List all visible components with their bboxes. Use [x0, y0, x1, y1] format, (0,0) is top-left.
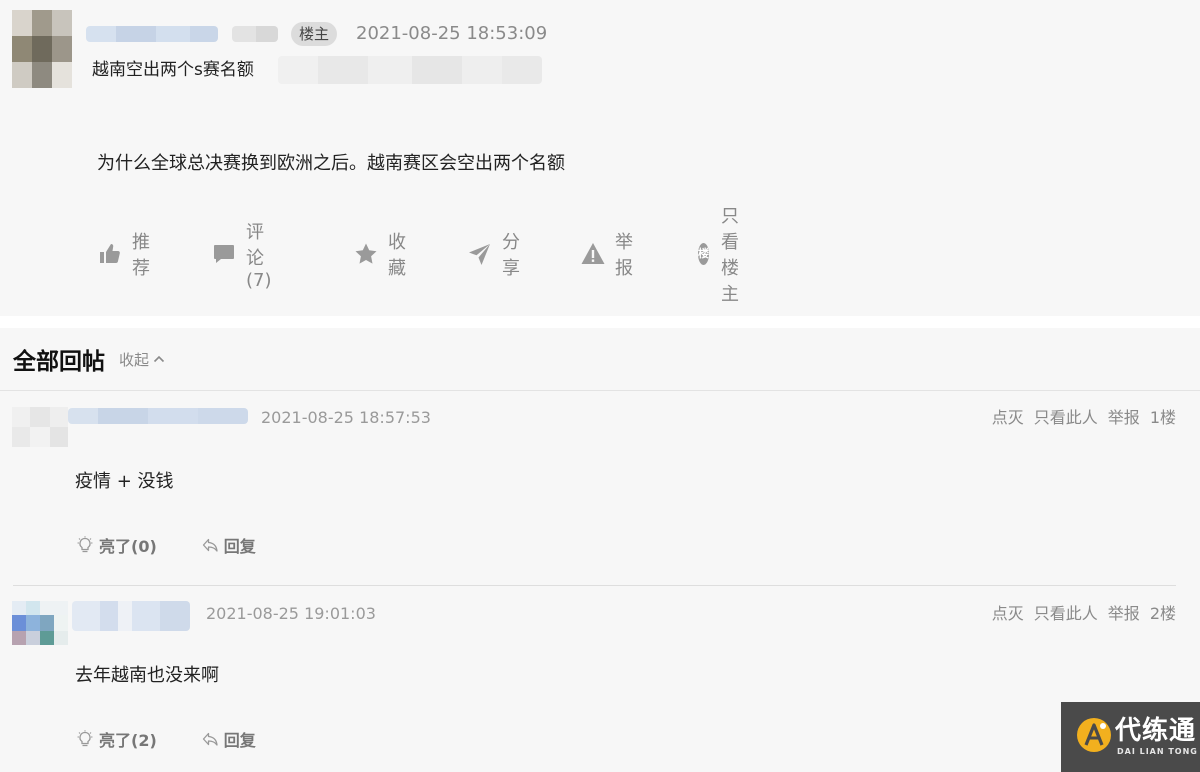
reply-button[interactable]: 回复	[201, 533, 256, 557]
favorite-label: 收藏	[388, 232, 406, 279]
reply-time: 2021-08-25 19:01:03	[206, 604, 376, 623]
share-button[interactable]: 分享	[468, 232, 520, 279]
collapse-button[interactable]: 收起	[119, 349, 165, 370]
report-button[interactable]: 举报	[1108, 407, 1140, 429]
favorite-button[interactable]: 收藏	[354, 232, 406, 279]
post-body: 为什么全球总决赛换到欧洲之后。越南赛区会空出两个名额	[97, 153, 565, 174]
lightbulb-icon	[77, 536, 93, 553]
reply-label: 回复	[223, 731, 256, 750]
reply-divider	[13, 585, 1176, 586]
warning-icon	[581, 242, 615, 266]
reply-item: 2021-08-25 19:01:03 点灭 只看此人 举报 2楼 去年越南也没…	[0, 587, 1200, 772]
floor-number: 1楼	[1149, 408, 1176, 427]
reply-avatar[interactable]	[12, 601, 68, 645]
reply-username[interactable]	[72, 601, 190, 631]
op-badge: 楼主	[291, 22, 338, 46]
comment-icon	[212, 242, 246, 266]
floor-number: 2楼	[1149, 604, 1176, 623]
reply-avatar[interactable]	[12, 407, 68, 447]
report-button[interactable]: 举报	[581, 232, 633, 279]
op-username[interactable]	[86, 26, 218, 42]
light-button[interactable]: 亮了(0)	[76, 533, 157, 557]
post-title: 越南空出两个s赛名额	[92, 60, 254, 80]
title-redacted-area	[278, 56, 542, 84]
watermark: 代练通 DAI LIAN TONG	[1061, 702, 1200, 772]
reply-time: 2021-08-25 18:57:53	[261, 408, 431, 427]
reply-button[interactable]: 回复	[201, 727, 256, 751]
dislike-button[interactable]: 点灭	[992, 407, 1024, 429]
send-icon	[468, 242, 502, 266]
dislike-button[interactable]: 点灭	[992, 603, 1024, 625]
op-avatar[interactable]	[12, 10, 72, 88]
dailiantong-logo-icon	[1077, 718, 1111, 752]
reply-item: 2021-08-25 18:57:53 点灭 只看此人 举报 1楼 疫情 + 没…	[0, 391, 1200, 586]
recommend-label: 推荐	[132, 232, 150, 279]
star-icon	[354, 242, 388, 266]
reply-text: 去年越南也没来啊	[75, 665, 219, 686]
reply-username[interactable]	[68, 408, 248, 424]
lightbulb-icon	[77, 730, 93, 747]
recommend-button[interactable]: 推荐	[98, 232, 150, 279]
only-this-user-button[interactable]: 只看此人	[1034, 603, 1098, 625]
watermark-subtitle: DAI LIAN TONG	[1117, 747, 1198, 756]
replies-section: 全部回帖 收起 2021-08-25 18:57:53 点灭 只看此人 举报 1…	[0, 328, 1200, 772]
reply-tools: 点灭 只看此人 举报 1楼	[982, 407, 1176, 429]
light-button[interactable]: 亮了(2)	[76, 727, 157, 751]
comment-button[interactable]: 评论 (7)	[212, 222, 272, 291]
reply-arrow-icon	[202, 538, 218, 552]
post-time: 2021-08-25 18:53:09	[356, 23, 548, 44]
replies-title: 全部回帖	[13, 349, 105, 375]
only-op-label: 只看楼主	[721, 206, 739, 305]
section-separator	[0, 316, 1200, 328]
thumbs-up-icon	[98, 242, 132, 266]
reply-actions: 亮了(0) 回复	[76, 533, 256, 557]
collapse-label: 收起	[119, 350, 150, 369]
report-label: 举报	[615, 232, 633, 279]
replies-header: 全部回帖 收起	[13, 344, 165, 375]
reply-actions: 亮了(2) 回复	[76, 727, 256, 751]
op-circle-icon: 楼	[698, 243, 709, 265]
watermark-name: 代练通	[1115, 716, 1197, 746]
chevron-up-icon	[153, 355, 165, 363]
reply-arrow-icon	[202, 732, 218, 746]
op-user-level	[232, 26, 278, 42]
reply-text: 疫情 + 没钱	[75, 471, 174, 492]
reply-label: 回复	[223, 537, 256, 556]
only-op-button[interactable]: 楼 只看楼主	[698, 206, 750, 305]
only-this-user-button[interactable]: 只看此人	[1034, 407, 1098, 429]
comment-label: 评论 (7)	[246, 221, 272, 291]
reply-tools: 点灭 只看此人 举报 2楼	[982, 603, 1176, 625]
op-post: 楼主 2021-08-25 18:53:09 越南空出两个s赛名额 为什么全球总…	[0, 0, 1200, 316]
report-button[interactable]: 举报	[1108, 603, 1140, 625]
share-label: 分享	[502, 232, 520, 279]
light-label: 亮了(2)	[99, 731, 157, 750]
light-label: 亮了(0)	[99, 537, 157, 556]
